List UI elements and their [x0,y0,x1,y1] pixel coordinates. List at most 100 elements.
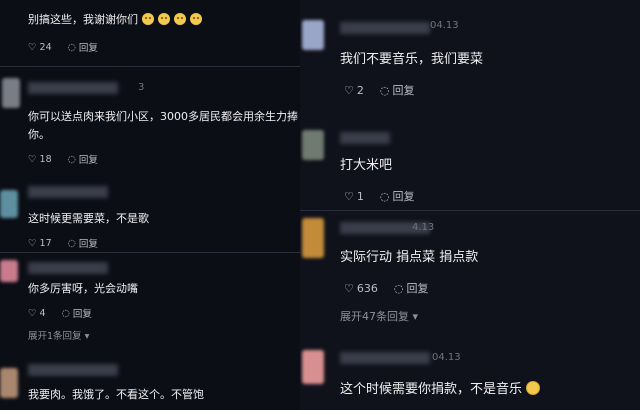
comment-item: 3 你可以送点肉来我们小区，3000多居民都会用余生力捧 你。 ♡ 18 ◌ 回复 [0,70,300,180]
reply-label: 回复 [72,309,92,320]
reply-label: 回复 [406,282,429,295]
comment-text: 你。 [28,128,50,141]
like-button[interactable]: ♡ 636 [344,282,378,295]
divider [0,252,300,253]
comment-text: 我们不要音乐，我们要菜 [340,52,484,67]
avatar[interactable] [302,350,324,384]
divider [300,210,640,211]
comment-text-content: 这个时候需要你捐款，不是音乐 [340,382,523,397]
like-count: 18 [39,153,52,165]
username-blurred[interactable] [28,186,108,198]
comment-text: 别搞这些，我谢谢你们 [28,11,202,27]
comment-actions: ♡ 17 ◌ 回复 [28,236,114,251]
username-blurred[interactable] [28,82,118,94]
speech-bubble-icon: ◌ [67,237,76,249]
reply-button[interactable]: ◌ 回复 [61,306,92,321]
avatar[interactable] [302,20,324,50]
like-button[interactable]: ♡ 17 [28,238,52,249]
reply-button[interactable]: ◌ 回复 [380,82,415,98]
reply-label: 回复 [392,84,415,97]
like-count: 636 [356,281,378,295]
comment-date: 3 [138,82,145,93]
comment-actions: ♡ 1 ◌ 回复 [344,188,430,204]
reply-label: 回复 [78,239,98,250]
heart-outline-icon: ♡ [28,153,37,165]
smile-emoji-icon [142,13,154,25]
like-button[interactable]: ♡ 24 [28,42,52,53]
reply-label: 回复 [392,190,415,203]
avatar[interactable] [2,78,20,108]
comment-item: 这时候更需要菜，不是歌 ♡ 17 ◌ 回复 [0,180,300,250]
comment-actions: ♡ 636 ◌ 回复 [344,280,444,296]
heart-outline-icon: ♡ [28,237,37,249]
comment-text: 这个时候需要你捐款，不是音乐 [340,378,541,397]
expand-replies-label: 展开1条回复 [28,331,82,342]
speech-bubble-icon: ◌ [67,41,76,53]
heart-outline-icon: ♡ [344,189,354,203]
comment-actions: ♡ 18 ◌ 回复 [28,152,114,167]
comment-text: 实际行动 捐点菜 捐点款 [340,250,479,265]
avatar[interactable] [0,190,18,218]
comment-date: 4.13 [412,222,435,233]
like-count: 17 [39,237,52,249]
comment-item: 别搞这些，我谢谢你们 ♡ 24 ◌ 回复 [0,0,300,58]
comment-item: 我要肉。我饿了。不看这个。不管饱 [0,356,300,410]
like-button[interactable]: ♡ 18 [28,154,52,165]
avatar[interactable] [302,130,324,160]
username-blurred[interactable] [340,22,430,34]
like-button[interactable]: ♡ 1 [344,190,364,203]
comment-text: 我要肉。我饿了。不看这个。不管饱 [28,388,204,401]
smile-emoji-icon [174,13,186,25]
like-count: 2 [356,83,364,97]
reply-button[interactable]: ◌ 回复 [67,152,98,167]
comment-item: 4.13 实际行动 捐点菜 捐点款 ♡ 636 ◌ 回复 展开47条回复 ▾ [300,214,640,332]
left-comment-panel: 别搞这些，我谢谢你们 ♡ 24 ◌ 回复 3 你可以送点肉来我们小区，3000多居民… [0,0,300,410]
smile-emoji-icon [158,13,170,25]
reply-button[interactable]: ◌ 回复 [67,236,98,251]
reply-button[interactable]: ◌ 回复 [67,40,98,55]
smile-emoji-icon [190,13,202,25]
reply-button[interactable]: ◌ 回复 [380,188,415,204]
caret-down-icon: ▾ [84,331,90,342]
divider [0,66,300,67]
comment-item: 打大米吧 ♡ 1 ◌ 回复 [300,118,640,210]
expand-replies-label: 展开47条回复 [340,310,409,323]
heart-outline-icon: ♡ [344,83,354,97]
speech-bubble-icon: ◌ [67,153,76,165]
comment-item: 04.13 这个时候需要你捐款，不是音乐 [300,344,640,410]
username-blurred[interactable] [340,352,430,364]
like-count: 1 [356,189,364,203]
comment-actions: ♡ 2 ◌ 回复 [344,82,430,98]
comment-text: 你可以送点肉来我们小区，3000多居民都会用余生力捧 [28,110,298,123]
heart-outline-icon: ♡ [28,307,37,319]
comment-text: 这时候更需要菜，不是歌 [28,212,149,225]
like-count: 4 [39,307,46,319]
comment-text: 打大米吧 [340,158,393,173]
comment-text-content: 别搞这些，我谢谢你们 [28,13,138,26]
username-blurred[interactable] [28,364,118,376]
username-blurred[interactable] [340,132,390,144]
expand-replies-button[interactable]: 展开1条回复 ▾ [28,328,89,342]
username-blurred[interactable] [28,262,108,274]
reply-label: 回复 [78,43,98,54]
speech-bubble-icon: ◌ [379,189,390,203]
heart-outline-icon: ♡ [28,41,37,53]
comment-actions: ♡ 4 ◌ 回复 [28,306,108,321]
avatar[interactable] [302,218,324,258]
like-button[interactable]: ♡ 2 [344,84,364,97]
right-comment-panel: 04.13 我们不要音乐，我们要菜 ♡ 2 ◌ 回复 打大米吧 ♡ 1 ◌ 回复 4.1… [300,0,640,410]
like-button[interactable]: ♡ 4 [28,308,46,319]
comment-item: 04.13 我们不要音乐，我们要菜 ♡ 2 ◌ 回复 [300,0,640,108]
avatar[interactable] [0,260,18,282]
avatar[interactable] [0,368,18,398]
reply-button[interactable]: ◌ 回复 [394,280,429,296]
expand-replies-button[interactable]: 展开47条回复 ▾ [340,308,418,324]
caret-down-icon: ▾ [412,310,419,323]
heart-outline-icon: ♡ [344,281,354,295]
speech-bubble-icon: ◌ [61,307,70,319]
speech-bubble-icon: ◌ [393,281,404,295]
comment-date: 04.13 [432,352,461,363]
comment-actions: ♡ 24 ◌ 回复 [28,40,114,55]
speech-bubble-icon: ◌ [379,83,390,97]
comment-date: 04.13 [430,20,459,31]
